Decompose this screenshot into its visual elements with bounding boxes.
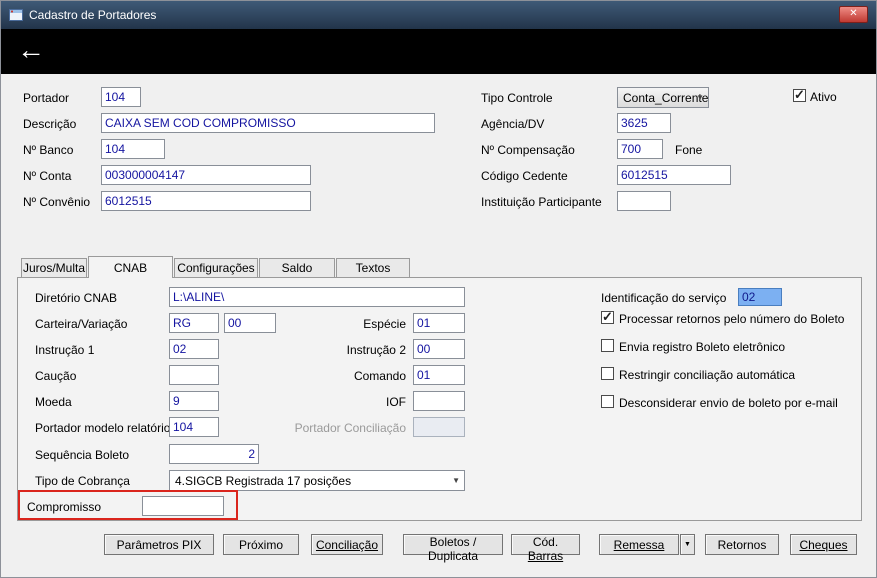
carteira-label: Carteira/Variação [35,317,128,331]
tipo-controle-select[interactable]: Conta_Corrente ▼ [617,87,709,108]
variacao-input[interactable] [224,313,276,333]
portador-conciliacao-input [413,417,465,437]
tab-saldo[interactable]: Saldo [259,258,335,277]
descricao-input[interactable] [101,113,435,133]
comando-input[interactable] [413,365,465,385]
conta-input[interactable] [101,165,311,185]
window-title: Cadastro de Portadores [29,8,157,22]
cheques-button[interactable]: Cheques [790,534,857,555]
iof-input[interactable] [413,391,465,411]
instituicao-label: Instituição Participante [481,195,602,209]
tab-configuracoes[interactable]: Configurações [174,258,258,277]
fone-label: Fone [675,143,703,157]
agencia-input[interactable] [617,113,671,133]
agencia-label: Agência/DV [481,117,545,131]
caucao-label: Caução [35,369,77,383]
conta-label: Nº Conta [23,169,72,183]
diretorio-label: Diretório CNAB [35,291,118,305]
ativo-label: Ativo [810,90,837,104]
restringir-conciliacao-checkbox[interactable] [601,367,614,380]
tab-cnab[interactable]: CNAB [88,256,173,278]
especie-input[interactable] [413,313,465,333]
tipo-cobranca-value: 4.SIGCB Registrada 17 posições [175,473,352,488]
compensacao-input[interactable] [617,139,663,159]
boletos-duplicata-button[interactable]: Boletos / Duplicata [403,534,503,563]
back-icon[interactable]: ← [17,30,45,70]
tipo-cobranca-select[interactable]: 4.SIGCB Registrada 17 posições ▼ [169,470,465,491]
retornos-button[interactable]: Retornos [705,534,779,555]
especie-label: Espécie [363,317,406,331]
instituicao-input[interactable] [617,191,671,211]
tab-juros-multa[interactable]: Juros/Multa [21,258,87,277]
diretorio-input[interactable] [169,287,465,307]
portador-input[interactable] [101,87,141,107]
convenio-label: Nº Convênio [23,195,91,209]
descricao-label: Descrição [23,117,77,131]
tabstrip: Juros/Multa CNAB Configurações Saldo Tex… [21,256,411,278]
portador-modelo-label: Portador modelo relatório [35,421,171,435]
ativo-checkbox[interactable] [793,87,806,103]
banco-input[interactable] [101,139,165,159]
proximo-button[interactable]: Próximo [223,534,299,555]
tipo-cobranca-label: Tipo de Cobrança [35,474,130,488]
portador-label: Portador [23,91,70,105]
moeda-label: Moeda [35,395,72,409]
carteira-input[interactable] [169,313,219,333]
moeda-input[interactable] [169,391,219,411]
instrucao1-label: Instrução 1 [35,343,95,357]
close-icon[interactable]: ✕ [839,6,868,23]
remessa-dropdown-button[interactable]: ▼ [680,534,695,555]
compensacao-label: Nº Compensação [481,143,575,157]
tab-textos[interactable]: Textos [336,258,410,277]
titlebar: Cadastro de Portadores ✕ [1,1,876,29]
instrucao2-input[interactable] [413,339,465,359]
processar-retornos-checkbox[interactable] [601,309,614,325]
comando-label: Comando [353,369,406,383]
caucao-input[interactable] [169,365,219,385]
chevron-down-icon: ▼ [684,541,691,548]
envia-boleto-eletronico-checkbox[interactable] [601,339,614,352]
parametros-pix-button[interactable]: Parâmetros PIX [104,534,214,555]
chevron-down-icon: ▼ [452,476,460,485]
sequencia-boleto-label: Sequência Boleto [35,448,130,462]
envia-boleto-eletronico-label: Envia registro Boleto eletrônico [619,340,786,354]
compromisso-label: Compromisso [27,500,102,514]
identificacao-servico-input[interactable] [738,288,782,306]
chevron-down-icon: ▼ [696,93,704,102]
conciliacao-button[interactable]: Conciliação [311,534,383,555]
portador-modelo-input[interactable] [169,417,219,437]
cedente-input[interactable] [617,165,731,185]
processar-retornos-label: Processar retornos pelo número do Boleto [619,312,845,326]
desconsiderar-email-label: Desconsiderar envio de boleto por e-mail [619,396,838,410]
portador-conciliacao-label: Portador Conciliação [294,421,406,435]
remessa-button[interactable]: Remessa [599,534,679,555]
convenio-input[interactable] [101,191,311,211]
banco-label: Nº Banco [23,143,74,157]
instrucao1-input[interactable] [169,339,219,359]
instrucao2-label: Instrução 2 [346,343,406,357]
app-icon [9,8,23,22]
window: Cadastro de Portadores ✕ ← Portador Desc… [0,0,877,578]
desconsiderar-email-checkbox[interactable] [601,395,614,408]
tipo-controle-label: Tipo Controle [481,91,553,105]
compromisso-input[interactable] [142,496,224,516]
identificacao-servico-label: Identificação do serviço [601,291,727,305]
cod-barras-button[interactable]: Cód. Barras [511,534,580,563]
sequencia-boleto-input[interactable] [169,444,259,464]
iof-label: IOF [386,395,406,409]
cedente-label: Código Cedente [481,169,568,183]
toolbar: ← [1,29,876,74]
restringir-conciliacao-label: Restringir conciliação automática [619,368,796,382]
